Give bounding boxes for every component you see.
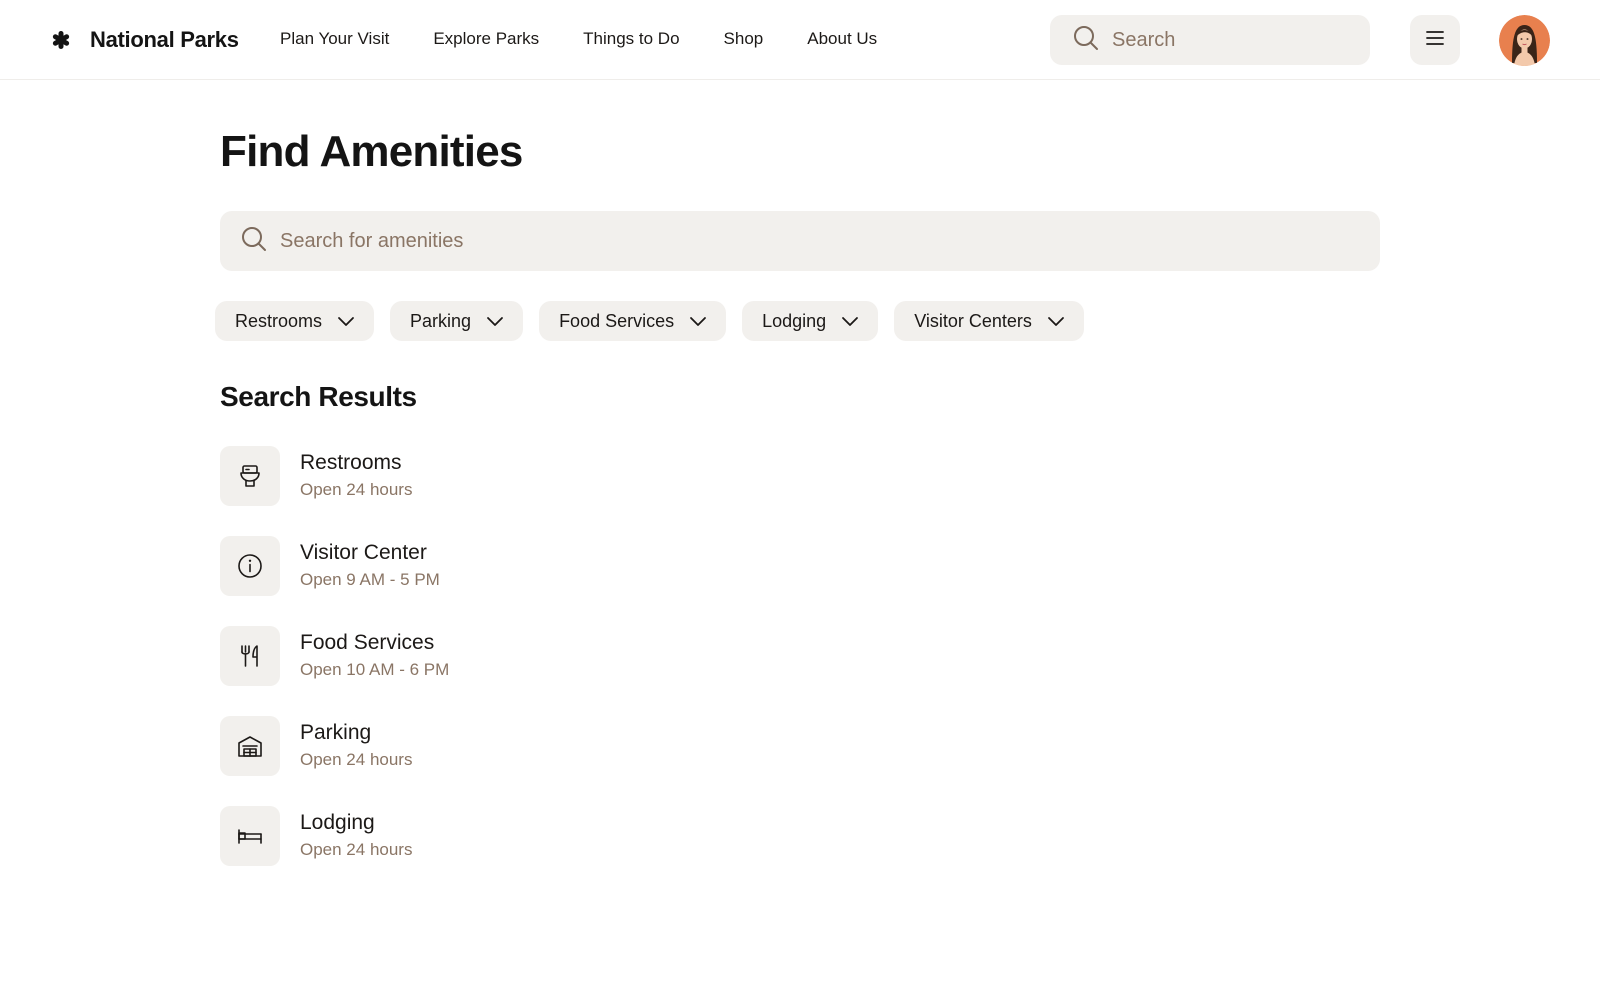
chevron-down-icon [338,317,354,326]
result-food-services[interactable]: Food Services Open 10 AM - 6 PM [220,626,820,686]
filter-label: Visitor Centers [914,310,1032,331]
nav-shop[interactable]: Shop [724,26,764,52]
filter-label: Food Services [559,310,675,331]
result-name: Restrooms [300,451,402,474]
menu-button[interactable] [1410,15,1460,65]
menu-icon [1424,27,1446,54]
main-nav: Plan Your Visit Explore Parks Things to … [280,26,921,52]
info-icon [220,536,280,596]
result-hours: Open 24 hours [300,840,413,859]
result-restrooms[interactable]: Restrooms Open 24 hours [220,446,820,506]
filter-visitor-centers[interactable]: Visitor Centers [894,301,1084,341]
result-name: Food Services [300,631,435,654]
header-search-input[interactable] [1112,28,1352,52]
header-search-box[interactable] [1050,15,1370,65]
result-hours: Open 24 hours [300,750,413,769]
chevron-down-icon [1048,317,1064,326]
result-hours: Open 10 AM - 6 PM [300,660,450,679]
garage-icon [220,716,280,776]
chevron-down-icon [487,317,503,326]
result-name: Visitor Center [300,541,427,564]
filter-parking[interactable]: Parking [390,301,524,341]
filter-lodging[interactable]: Lodging [742,301,879,341]
result-hours: Open 24 hours [300,480,413,499]
nav-about-us[interactable]: About Us [807,26,877,52]
nav-explore-parks[interactable]: Explore Parks [433,26,539,52]
amenities-search-box[interactable] [220,211,1380,271]
result-visitor-center[interactable]: Visitor Center Open 9 AM - 5 PM [220,536,820,596]
search-icon [240,225,268,258]
nav-plan-your-visit[interactable]: Plan Your Visit [280,26,389,52]
results-heading: Search Results [220,381,417,412]
chevron-down-icon [842,317,859,326]
page-title: Find Amenities [220,127,523,176]
filter-bar: Restrooms Parking Food Services Lodging … [215,301,1100,341]
result-parking[interactable]: Parking Open 24 hours [220,716,820,776]
result-hours: Open 9 AM - 5 PM [300,570,440,589]
result-name: Lodging [300,811,375,834]
brand-name[interactable]: National Parks [90,25,239,55]
user-avatar[interactable] [1499,15,1550,66]
chevron-down-icon [690,317,707,326]
nav-things-to-do[interactable]: Things to Do [583,26,679,52]
result-name: Parking [300,721,372,744]
filter-label: Lodging [762,310,827,331]
filter-restrooms[interactable]: Restrooms [215,301,375,341]
amenities-search-input[interactable] [280,229,1360,253]
bed-icon [220,806,280,866]
asterisk-icon[interactable] [50,29,72,51]
search-icon [1072,24,1100,57]
fork-knife-icon [220,626,280,686]
filter-food-services[interactable]: Food Services [539,301,727,341]
filter-label: Restrooms [235,310,323,331]
filter-label: Parking [410,310,472,331]
top-navigation-bar: National Parks Plan Your Visit Explore P… [0,0,1600,80]
toilet-icon [220,446,280,506]
result-lodging[interactable]: Lodging Open 24 hours [220,806,820,866]
